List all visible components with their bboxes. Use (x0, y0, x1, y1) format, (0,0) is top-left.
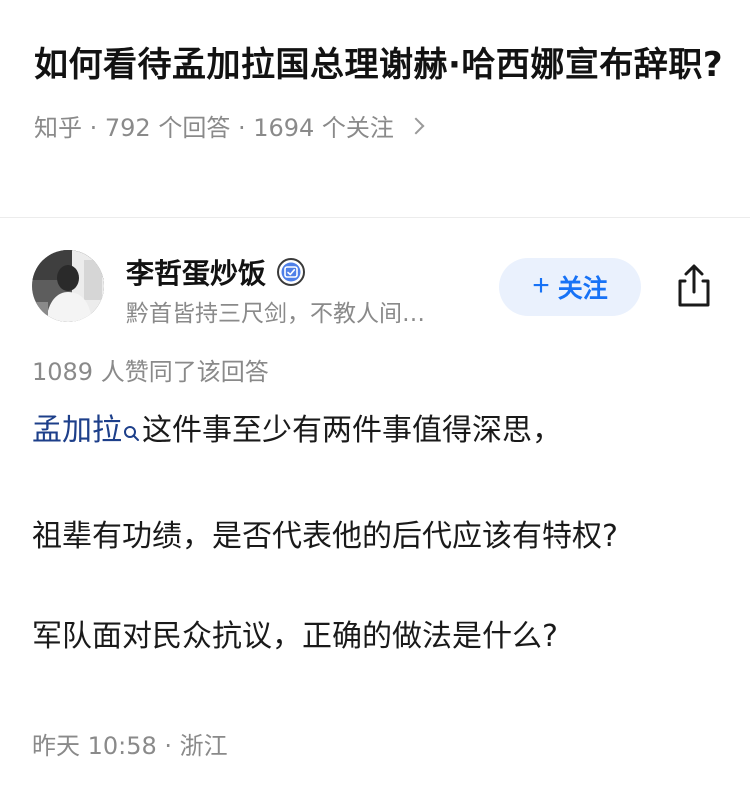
question-meta[interactable]: 知乎 · 792 个回答 · 1694 个关注 (34, 108, 724, 143)
answer-paragraph: 孟加拉 这件事至少有两件事值得深思， (32, 406, 562, 456)
answer-paragraph-text: 这件事至少有两件事值得深思， (142, 413, 562, 448)
question-meta-text: 知乎 · 792 个回答 · 1694 个关注 (34, 114, 394, 142)
verified-badge-icon (276, 257, 306, 287)
question-title[interactable]: 如何看待孟加拉国总理谢赫·哈西娜宣布辞职? (34, 40, 724, 90)
author-name-row: 李哲蛋炒饭 (126, 252, 306, 292)
search-icon (122, 408, 140, 441)
answer-timestamp: 昨天 10:58 · 浙江 (32, 732, 228, 760)
answer-paragraph: 军队面对民众抗议，正确的做法是什么? (32, 619, 558, 654)
follow-button[interactable]: + 关注 (499, 258, 641, 316)
follow-button-label: 关注 (557, 275, 608, 303)
keyword-link[interactable]: 孟加拉 (32, 413, 122, 448)
answer-paragraph: 祖辈有功绩，是否代表他的后代应该有特权? (32, 519, 618, 554)
plus-icon: + (532, 269, 550, 302)
question-header: 如何看待孟加拉国总理谢赫·哈西娜宣布辞职? 知乎 · 792 个回答 · 169… (34, 40, 724, 143)
author-name[interactable]: 李哲蛋炒饭 (126, 252, 266, 292)
avatar-image (32, 250, 104, 322)
vote-count: 1089 人赞同了该回答 (32, 358, 269, 386)
share-button[interactable] (672, 262, 716, 310)
section-divider (0, 217, 750, 218)
chevron-right-icon (407, 117, 425, 135)
share-icon (678, 264, 710, 307)
author-row: 李哲蛋炒饭 黔首皆持三尺剑，不教人间… + 关注 (32, 250, 722, 327)
avatar[interactable] (32, 250, 104, 322)
author-bio: 黔首皆持三尺剑，不教人间… (126, 301, 425, 327)
